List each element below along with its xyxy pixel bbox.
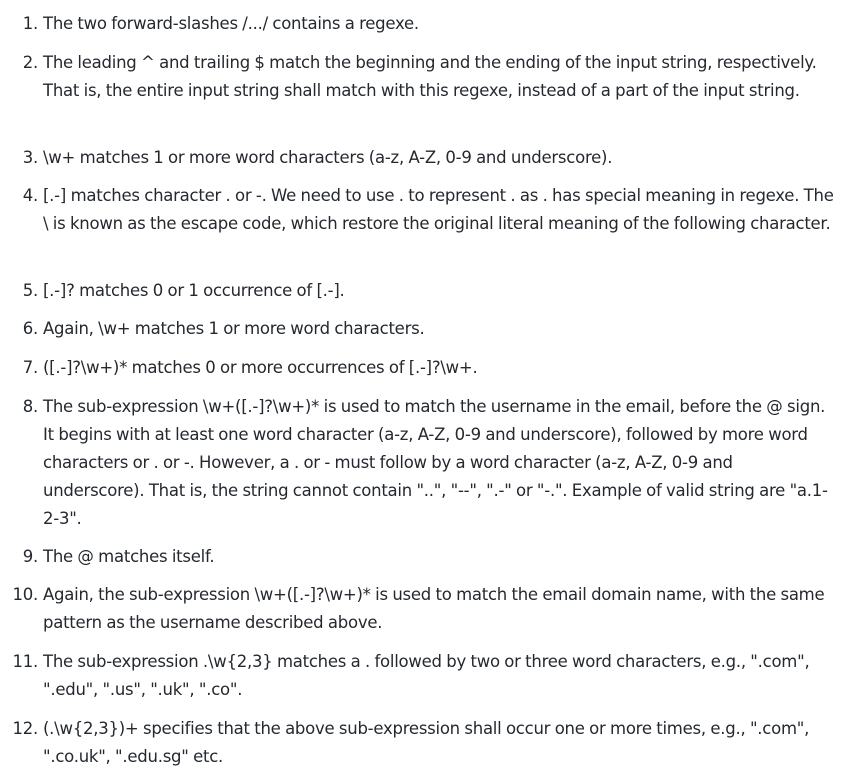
list-item: 6. Again, \w+ matches 1 or more word cha…	[0, 315, 842, 343]
list-item: 4. [.-] matches character . or -. We nee…	[0, 182, 842, 238]
list-item-number: 9.	[22, 547, 39, 566]
list-item-number: 5.	[22, 281, 39, 300]
list-item-text: The two forward-slashes /.../ contains a…	[43, 14, 419, 33]
list-item: 1. The two forward-slashes /.../ contain…	[0, 10, 842, 38]
list-item-number: 6.	[22, 319, 39, 338]
list-item-number: 4.	[22, 186, 39, 205]
list-item: 12. (.\w{2,3})+ specifies that the above…	[0, 715, 842, 771]
list-item: 10. Again, the sub-expression \w+([.-]?\…	[0, 581, 842, 637]
list-item-number: 2.	[22, 53, 39, 72]
list-item: 5. [.-]? matches 0 or 1 occurrence of [.…	[0, 277, 842, 305]
list-item-text: ([.-]?\w+)* matches 0 or more occurrence…	[43, 358, 478, 377]
list-item-text: Again, the sub-expression \w+([.-]?\w+)*…	[43, 585, 825, 632]
list-item-text: \w+ matches 1 or more word characters (a…	[43, 148, 613, 167]
list-item-number: 1.	[22, 14, 39, 33]
list-item-number: 10.	[12, 585, 39, 604]
list-item: 8. The sub-expression \w+([.-]?\w+)* is …	[0, 393, 842, 533]
list-item-text: The sub-expression \w+([.-]?\w+)* is use…	[43, 397, 828, 528]
list-item: 2. The leading ^ and trailing $ match th…	[0, 49, 842, 105]
list-item-text: The @ matches itself.	[43, 547, 215, 566]
list-item-number: 12.	[12, 719, 39, 738]
list-item-text: The leading ^ and trailing $ match the b…	[43, 53, 817, 100]
list-item-text: The sub-expression .\w{2,3} matches a . …	[43, 652, 810, 699]
list-item: 9. The @ matches itself.	[0, 543, 842, 571]
list-item-number: 3.	[22, 148, 39, 167]
list-item-text: [.-]? matches 0 or 1 occurrence of [.-].	[43, 281, 345, 300]
list-item: 7. ([.-]?\w+)* matches 0 or more occurre…	[0, 354, 842, 382]
list-item: 3. \w+ matches 1 or more word characters…	[0, 144, 842, 172]
list-item-text: (.\w{2,3})+ specifies that the above sub…	[43, 719, 810, 766]
list-item-number: 7.	[22, 358, 39, 377]
list-item-text: [.-] matches character . or -. We need t…	[43, 186, 834, 233]
list-item: 11. The sub-expression .\w{2,3} matches …	[0, 648, 842, 704]
list-item-number: 11.	[12, 652, 39, 671]
list-item-text: Again, \w+ matches 1 or more word charac…	[43, 319, 425, 338]
list-item-number: 8.	[22, 397, 39, 416]
document-body: 1. The two forward-slashes /.../ contain…	[0, 0, 842, 780]
